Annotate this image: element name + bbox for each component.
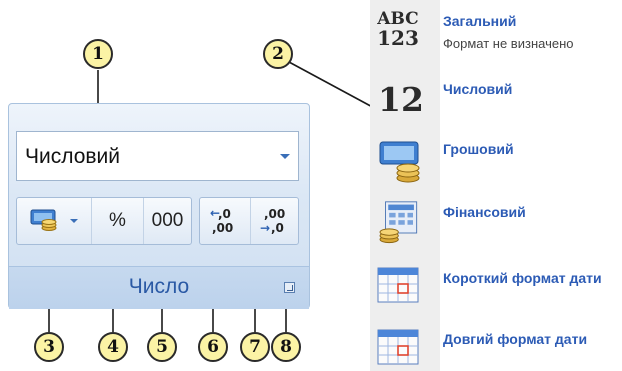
svg-text:→: → — [260, 221, 270, 235]
chevron-down-icon[interactable] — [280, 154, 290, 159]
number-format-list: ABC 123 Загальний Формат не визначено 12… — [370, 0, 622, 371]
accounting-icon — [379, 201, 418, 244]
callout-2: 2 — [263, 39, 293, 69]
svg-text:←: ← — [210, 206, 220, 220]
format-item-title: Фінансовий — [443, 204, 526, 220]
currency-icon — [30, 209, 57, 231]
callout-6: 6 — [198, 332, 228, 362]
group-label: Число — [9, 266, 309, 309]
callout-8: 8 — [271, 332, 301, 362]
number-ribbon-group: Числовий % 000 ,0 ← ,00 ,00 → ,0 Число — [8, 103, 310, 309]
currency-icon — [379, 141, 420, 183]
dialog-launcher-icon[interactable] — [284, 282, 295, 293]
format-item-title: Короткий формат дати — [443, 270, 602, 286]
callout-3: 3 — [34, 332, 64, 362]
increase-decimal-button[interactable]: ,0 ← ,00 — [200, 198, 250, 244]
percent-label: % — [109, 210, 126, 231]
abc-123-icon: ABC 123 — [377, 9, 419, 50]
percent-style-button[interactable]: % — [91, 198, 143, 244]
decrease-decimal-icon: ,00 → ,0 — [260, 207, 285, 235]
currency-format-button[interactable] — [17, 198, 91, 244]
callout-7: 7 — [240, 332, 270, 362]
thousands-separator-button[interactable]: 000 — [143, 198, 191, 244]
number-12-icon: 12 — [378, 80, 424, 119]
number-format-value: Числовий — [25, 145, 121, 168]
format-item-title: Загальний — [443, 13, 517, 29]
thousands-label: 000 — [151, 210, 184, 231]
format-item-title: Довгий формат дати — [443, 331, 588, 347]
format-item-title: Грошовий — [443, 141, 514, 157]
decrease-decimal-button[interactable]: ,00 → ,0 — [250, 198, 298, 244]
format-item-title: Числовий — [443, 81, 513, 97]
svg-text:,00: ,00 — [212, 221, 233, 235]
callout-1: 1 — [83, 39, 113, 69]
format-button-group: % 000 — [16, 197, 192, 245]
callout-4: 4 — [98, 332, 128, 362]
svg-text:,0: ,0 — [271, 221, 284, 235]
svg-text:,00: ,00 — [264, 207, 285, 221]
callout-5: 5 — [147, 332, 177, 362]
chevron-down-icon[interactable] — [70, 219, 78, 223]
format-item-subtitle: Формат не визначено — [443, 36, 574, 51]
decimal-button-group: ,0 ← ,00 ,00 → ,0 — [199, 197, 299, 245]
calendar-icon — [377, 329, 419, 365]
increase-decimal-icon: ,0 ← ,00 — [210, 206, 233, 235]
calendar-icon — [377, 267, 419, 303]
number-format-dropdown[interactable]: Числовий — [16, 131, 299, 181]
